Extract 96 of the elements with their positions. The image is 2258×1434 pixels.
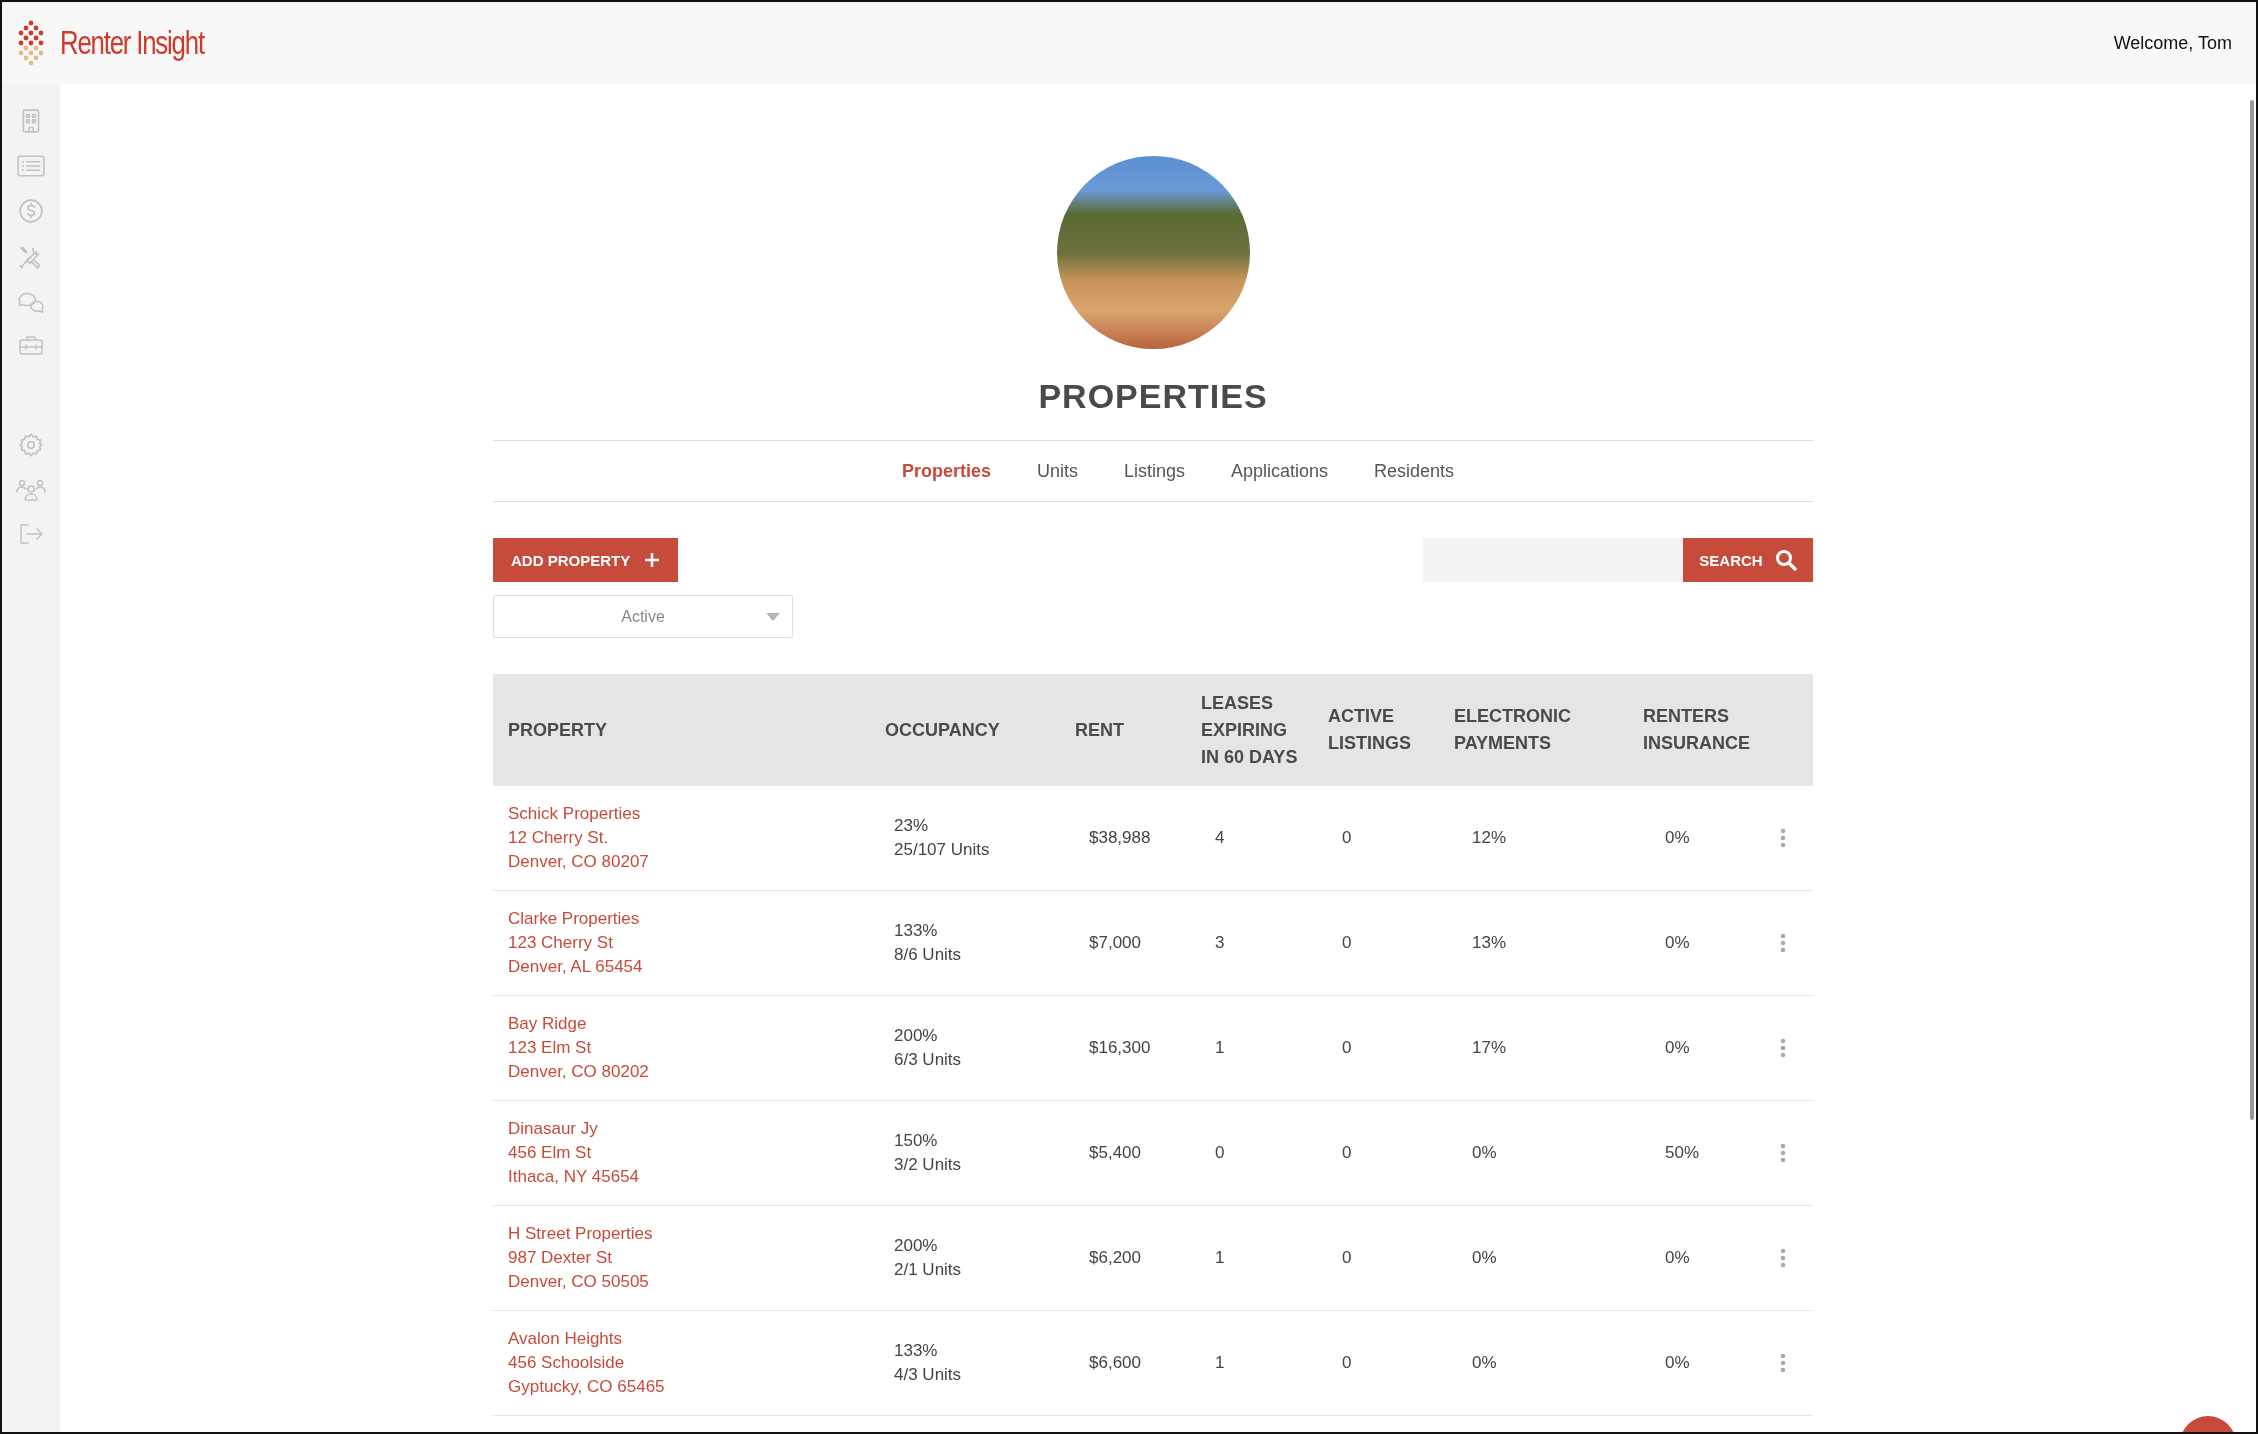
table-cell-text: 1 xyxy=(1214,1248,1225,1268)
table-cell-text: 0 xyxy=(1341,933,1352,953)
property-link[interactable]: Clarke Properties xyxy=(508,907,640,931)
table-cell-text: 4 xyxy=(1214,828,1225,848)
search-icon xyxy=(1774,549,1797,571)
city-address: Denver, CO 80202 xyxy=(508,1061,649,1083)
logo-text: Renter Insight xyxy=(60,24,204,62)
more-options-icon[interactable] xyxy=(1780,1143,1786,1163)
table-cell-text: $6,600 xyxy=(1088,1353,1141,1373)
table-cell-text: 0% xyxy=(1471,1353,1497,1373)
city-address: Gyptucky, CO 65465 xyxy=(508,1376,665,1398)
table-cell-text: $7,000 xyxy=(1088,933,1141,953)
table-cell-text: 17% xyxy=(1471,1038,1507,1058)
welcome-text: Welcome, Tom xyxy=(2113,32,2233,54)
tab[interactable]: Properties xyxy=(901,460,991,482)
table-cell-text: 0 xyxy=(1341,1038,1352,1058)
more-options-icon[interactable] xyxy=(1780,1353,1786,1373)
page-title: PROPERTIES xyxy=(1038,377,1268,416)
table-cell-text: 0% xyxy=(1471,1143,1497,1163)
table-cell-text: 0% xyxy=(1664,1248,1690,1268)
table-cell-text: 12% xyxy=(1471,828,1507,848)
city-address: Ithaca, NY 45654 xyxy=(508,1166,640,1188)
table-cell-text: $6,200 xyxy=(1088,1248,1141,1268)
occupancy-percent: 200% xyxy=(894,1235,939,1257)
people-icon[interactable] xyxy=(16,478,46,502)
tab[interactable]: Residents xyxy=(1374,460,1455,482)
street-address: 123 Elm St xyxy=(508,1037,592,1059)
caret-icon xyxy=(766,613,780,621)
column-header: ACTIVE LISTINGS xyxy=(1327,705,1412,755)
more-options-icon[interactable] xyxy=(1780,1248,1786,1268)
table-cell-text: 1 xyxy=(1214,1038,1225,1058)
street-address: 456 Schoolside xyxy=(508,1352,625,1374)
column-header: OCCUPANCY xyxy=(884,718,1001,742)
occupancy-percent: 150% xyxy=(894,1130,939,1152)
search-button[interactable]: SEARCH xyxy=(1683,538,1813,582)
more-options-icon[interactable] xyxy=(1780,828,1786,848)
table-cell-text: $38,988 xyxy=(1088,828,1151,848)
occupancy-percent: 133% xyxy=(894,920,939,942)
occupancy-units: 8/6 Units xyxy=(894,944,963,966)
column-header: RENTERS INSURANCE xyxy=(1642,705,1751,755)
more-options-icon[interactable] xyxy=(1780,933,1786,953)
tab[interactable]: Listings xyxy=(1123,460,1185,482)
column-header: PROPERTY xyxy=(507,718,609,742)
add-property-button[interactable]: ADD PROPERTY xyxy=(493,538,679,582)
status-dropdown[interactable]: Active xyxy=(493,595,793,638)
street-address: 123 Cherry St xyxy=(508,932,613,954)
occupancy-units: 6/3 Units xyxy=(894,1049,963,1071)
property-link[interactable]: Dinasaur Jy xyxy=(508,1117,598,1141)
property-link[interactable]: Bay Ridge xyxy=(508,1012,587,1036)
occupancy-units: 4/3 Units xyxy=(894,1364,963,1386)
table-cell-text: 0% xyxy=(1664,1353,1690,1373)
occupancy-percent: 133% xyxy=(894,1340,939,1362)
chat-icon[interactable] xyxy=(16,290,46,314)
table-cell-text: 0% xyxy=(1471,1248,1497,1268)
table-cell-text: 0 xyxy=(1341,1248,1352,1268)
table-cell-text: 0% xyxy=(1664,1038,1690,1058)
table-cell-text: 0 xyxy=(1341,1143,1352,1163)
occupancy-percent: 200% xyxy=(894,1025,939,1047)
toolbox-icon[interactable] xyxy=(18,334,44,356)
table-cell-text: 0 xyxy=(1341,1353,1352,1373)
settings-icon[interactable] xyxy=(18,432,44,458)
dollar-icon[interactable] xyxy=(18,198,44,224)
city-address: Denver, AL 65454 xyxy=(508,956,643,978)
table-cell-text: 50% xyxy=(1664,1143,1700,1163)
table-cell-text: 3 xyxy=(1214,933,1225,953)
more-options-icon[interactable] xyxy=(1780,1038,1786,1058)
table-cell-text: 0% xyxy=(1664,828,1690,848)
occupancy-units: 25/107 Units xyxy=(894,839,991,861)
tab[interactable]: Units xyxy=(1036,460,1078,482)
logout-icon[interactable] xyxy=(18,522,44,546)
column-header: LEASES EXPIRING IN 60 DAYS xyxy=(1200,691,1299,769)
property-link[interactable]: Avalon Heights xyxy=(508,1327,623,1351)
table-cell-text: 0 xyxy=(1214,1143,1225,1163)
city-address: Denver, CO 50505 xyxy=(508,1271,649,1293)
city-address: Denver, CO 80207 xyxy=(508,851,649,873)
table-cell-text: 0 xyxy=(1341,828,1352,848)
street-address: 456 Elm St xyxy=(508,1142,592,1164)
table-cell-text: $16,300 xyxy=(1088,1038,1151,1058)
property-link[interactable]: H Street Properties xyxy=(508,1222,653,1246)
column-header: RENT xyxy=(1074,718,1125,742)
scrollbar[interactable] xyxy=(2250,100,2254,1120)
table-cell-text: 0% xyxy=(1664,933,1690,953)
table-cell-text: 1 xyxy=(1214,1353,1225,1373)
occupancy-units: 3/2 Units xyxy=(894,1154,963,1176)
column-header: ELECTRONIC PAYMENTS xyxy=(1453,705,1572,755)
property-link[interactable]: Schick Properties xyxy=(508,802,641,826)
occupancy-units: 2/1 Units xyxy=(894,1259,963,1281)
plus-icon xyxy=(644,552,661,568)
list-icon[interactable] xyxy=(17,154,45,178)
table-cell-text: $5,400 xyxy=(1088,1143,1141,1163)
tab[interactable]: Applications xyxy=(1231,460,1329,482)
table-cell-text: 13% xyxy=(1471,933,1507,953)
search-field[interactable] xyxy=(1423,538,1683,582)
street-address: 987 Dexter St xyxy=(508,1247,612,1269)
street-address: 12 Cherry St. xyxy=(508,827,609,849)
occupancy-percent: 23% xyxy=(894,815,930,837)
